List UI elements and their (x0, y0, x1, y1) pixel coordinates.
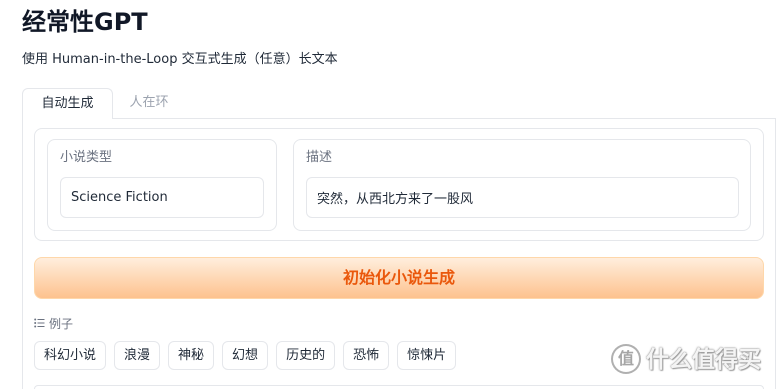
page-subtitle: 使用 Human-in-the-Loop 交互式生成（任意）长文本 (22, 52, 338, 67)
tab-nav-divider (112, 118, 776, 119)
example-chip[interactable]: 幻想 (222, 341, 269, 370)
watermark-text: 什么值得买 (646, 347, 761, 373)
list-icon (34, 318, 45, 328)
example-chip[interactable]: 科幻小说 (34, 341, 107, 370)
output-box (34, 385, 764, 389)
description-label: 描述 (306, 150, 333, 165)
description-input[interactable] (306, 177, 739, 218)
watermark-logo-icon: 值 (611, 344, 641, 374)
examples-header: 例子 (34, 315, 73, 331)
example-chip[interactable]: 恐怖 (343, 341, 390, 370)
examples-label: 例子 (49, 316, 74, 331)
genre-input[interactable] (60, 177, 264, 218)
example-chip[interactable]: 神秘 (168, 341, 215, 370)
example-chip[interactable]: 惊悚片 (397, 341, 457, 370)
genre-label: 小说类型 (60, 150, 113, 165)
example-chip[interactable]: 历史的 (276, 341, 336, 370)
tab-auto-generate[interactable]: 自动生成 (22, 88, 113, 119)
example-chip[interactable]: 浪漫 (114, 341, 161, 370)
page-title: 经常性GPT (22, 8, 148, 36)
tab-human-in-loop[interactable]: 人在环 (116, 88, 182, 118)
init-novel-button[interactable]: 初始化小说生成 (34, 257, 764, 299)
examples-list: 科幻小说 浪漫 神秘 幻想 历史的 恐怖 惊悚片 (34, 341, 457, 370)
